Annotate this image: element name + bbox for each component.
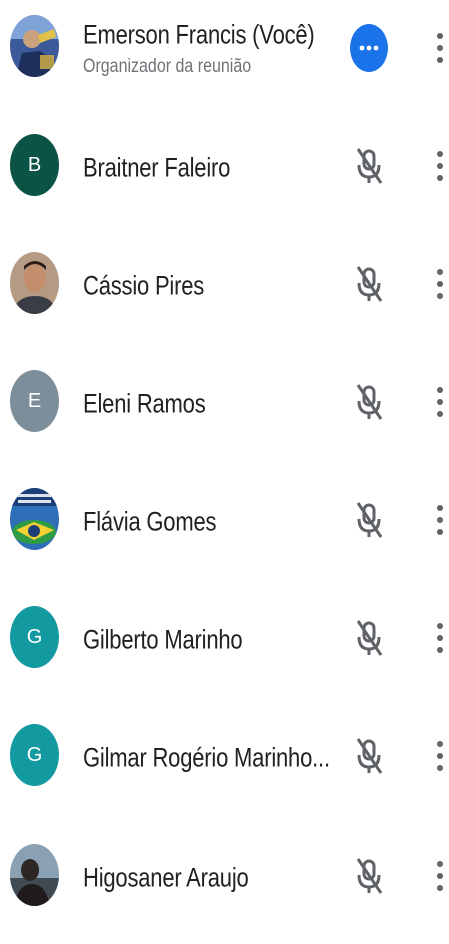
avatar: G [10,606,59,668]
avatar-initial: G [26,625,43,648]
participant-role: Organizador da reunião [83,56,252,77]
more-vert-icon [437,623,443,653]
participant-name: Emerson Francis (Você) [83,19,315,50]
more-vert-icon [437,861,443,891]
participant-row[interactable]: Cássio Pires [0,236,449,354]
more-vert-icon [437,387,443,417]
avatar [10,15,59,77]
user-photo-icon [10,844,59,906]
participant-row[interactable]: E Eleni Ramos [0,354,449,472]
more-horiz-icon [359,45,379,51]
participant-row[interactable]: Flávia Gomes [0,472,449,590]
mic-status [350,496,388,544]
participant-row[interactable]: B Braitner Faleiro [0,118,449,236]
participant-menu-button[interactable] [430,378,449,426]
mic-status [350,260,388,308]
participant-menu-button[interactable] [430,260,449,308]
mic-off-icon [356,266,383,302]
participant-menu-button[interactable] [430,852,449,900]
participant-menu-button[interactable] [430,614,449,662]
participant-menu-button[interactable] [430,496,449,544]
avatar-initial: G [26,743,43,766]
participant-name: Gilberto Marinho [83,624,243,655]
participant-menu-button[interactable] [430,732,449,780]
mic-status [350,378,388,426]
participants-list: Emerson Francis (Você) Organizador da re… [0,0,449,907]
more-horiz-button[interactable] [350,24,388,72]
participant-name: Higosaner Araujo [83,862,249,893]
more-vert-icon [437,33,443,63]
participant-name: Braitner Faleiro [83,152,231,183]
participant-name: Gilmar Rogério Marinho... [83,742,330,773]
participant-row[interactable]: G Gilmar Rogério Marinho... [0,708,449,826]
participant-row[interactable]: G Gilberto Marinho [0,590,449,708]
more-vert-icon [437,151,443,181]
mic-off-icon [356,148,383,184]
mic-off-icon [356,384,383,420]
mic-status [350,614,388,662]
participant-name: Eleni Ramos [83,388,206,419]
avatar-initial: E [27,389,42,412]
user-photo-icon [10,488,59,550]
mic-off-icon [356,738,383,774]
avatar [10,488,59,550]
avatar [10,844,59,906]
participant-name: Flávia Gomes [83,506,217,537]
mic-off-icon [356,502,383,538]
participant-name: Cássio Pires [83,270,205,301]
mic-off-icon [356,620,383,656]
avatar [10,252,59,314]
user-photo-icon [10,252,59,314]
mic-status [350,732,388,780]
more-vert-icon [437,505,443,535]
mic-status [350,852,388,900]
user-photo-icon [10,15,59,77]
participant-row[interactable]: Higosaner Araujo [0,826,449,944]
mic-off-icon [356,858,383,894]
more-vert-icon [437,269,443,299]
mic-status [350,142,388,190]
avatar: G [10,724,59,786]
participant-row[interactable]: Emerson Francis (Você) Organizador da re… [0,0,449,118]
avatar: E [10,370,59,432]
participant-menu-button[interactable] [430,24,449,72]
avatar-initial: B [27,153,42,176]
participant-menu-button[interactable] [430,142,449,190]
avatar: B [10,134,59,196]
more-vert-icon [437,741,443,771]
